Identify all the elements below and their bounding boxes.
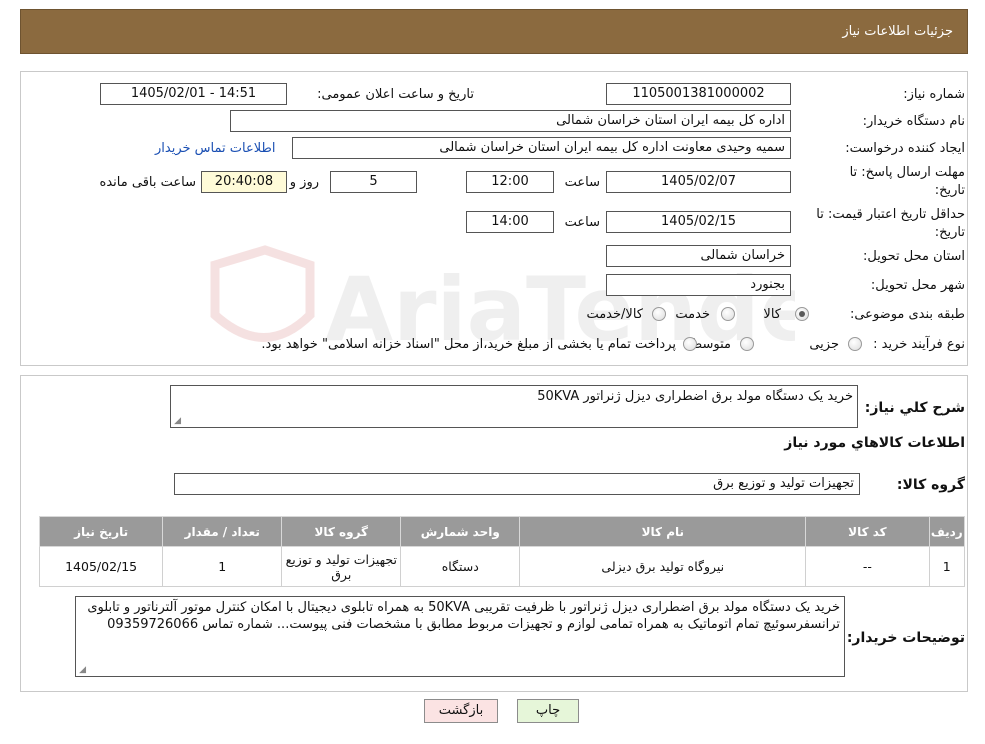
islamic-treasury-checkbox[interactable] [683, 337, 697, 351]
deadline-date-field: 1405/02/07 [606, 171, 791, 193]
delivery-province-label: استان محل تحویل: [863, 249, 965, 264]
summary-label: شرح کلي نياز: [864, 400, 965, 416]
need-number-label: شماره نیاز: [903, 87, 965, 102]
price-validity-time-label: ساعت [564, 215, 600, 230]
category-service-radio[interactable] [721, 307, 735, 321]
remaining-time-field: 20:40:08 [201, 171, 287, 193]
buyer-contact-link[interactable]: اطلاعات تماس خریدار [155, 141, 275, 156]
process-partial-radio[interactable] [848, 337, 862, 351]
col-item-name: نام کالا [519, 516, 807, 547]
delivery-city-label: شهر محل تحویل: [870, 278, 965, 293]
purchase-process-label: نوع فرآیند خرید : [873, 337, 965, 352]
delivery-city-field: بجنورد [606, 274, 791, 296]
category-goods-label: کالا [763, 307, 781, 322]
category-service-label: خدمت [675, 307, 710, 322]
remaining-days-field: 5 [330, 171, 417, 193]
category-goods-service-label: کالا/خدمت [586, 307, 643, 322]
col-quantity: تعداد / مقدار [162, 516, 283, 547]
cell-item-code: -- [805, 546, 930, 587]
deadline-time-label: ساعت [564, 175, 600, 190]
process-medium-radio[interactable] [740, 337, 754, 351]
page-title: جزئیات اطلاعات نیاز [842, 24, 953, 39]
islamic-treasury-note: پرداخت تمام یا بخشی از مبلغ خرید،از محل … [261, 337, 676, 352]
category-goods-service-radio[interactable] [652, 307, 666, 321]
deadline-time-field: 12:00 [466, 171, 554, 193]
col-unit: واحد شمارش [400, 516, 521, 547]
resize-grip-icon[interactable]: ◢ [173, 417, 181, 426]
summary-text: خرید یک دستگاه مولد برق اضطراری دیزل ژنر… [537, 389, 853, 404]
buyer-org-label: نام دستگاه خریدار: [862, 114, 965, 129]
remaining-time-label: ساعت باقی مانده [99, 175, 196, 190]
col-need-date: تاريخ نياز [38, 516, 164, 547]
days-label: روز و [289, 175, 319, 190]
price-validity-date-label: تاریخ: [934, 225, 965, 240]
goods-group-label: گروه کالا: [896, 477, 965, 493]
table-row: 1 -- نیروگاه تولید برق دیزلی دستگاه تجهی… [38, 546, 966, 587]
cell-unit: دستگاه [400, 546, 521, 587]
buyer-org-field: اداره کل بیمه ایران استان خراسان شمالی [230, 110, 791, 132]
back-button[interactable]: بازگشت [424, 699, 498, 723]
buyer-notes-label: توضیحات خریدار: [846, 630, 965, 646]
summary-field: خرید یک دستگاه مولد برق اضطراری دیزل ژنر… [170, 385, 858, 428]
cell-goods-group: تجهیزات تولید و توزیع برق [281, 546, 402, 587]
price-validity-date-field: 1405/02/15 [606, 211, 791, 233]
page-header: جزئیات اطلاعات نیاز [20, 9, 968, 54]
need-number-field: 1105001381000002 [606, 83, 791, 105]
announce-datetime-field: 1405/02/01 - 14:51 [100, 83, 287, 105]
price-validity-label: حداقل تاریخ اعتبار قیمت: تا [816, 207, 965, 222]
cell-need-date: 1405/02/15 [38, 546, 164, 587]
cell-quantity: 1 [162, 546, 283, 587]
col-row-number: رديف [928, 516, 966, 547]
goods-section-title: اطلاعات کالاهاي مورد نياز [784, 435, 965, 451]
goods-table: رديف کد کالا نام کالا واحد شمارش گروه کا… [38, 516, 966, 587]
goods-group-field: تجهیزات تولید و توزیع برق [174, 473, 860, 495]
request-creator-field: سمیه وحیدی معاونت اداره کل بیمه ایران اس… [292, 137, 791, 159]
price-validity-time-field: 14:00 [466, 211, 554, 233]
cell-item-name: نیروگاه تولید برق دیزلی [519, 546, 807, 587]
col-goods-group: گروه کالا [281, 516, 402, 547]
buyer-notes-text: خرید یک دستگاه مولد برق اضطراری دیزل ژنر… [87, 600, 840, 632]
cell-row-number: 1 [928, 546, 966, 587]
resize-grip-icon[interactable]: ◢ [78, 666, 86, 675]
announce-datetime-label: تاریخ و ساعت اعلان عمومی: [317, 87, 474, 102]
buyer-notes-field: خرید یک دستگاه مولد برق اضطراری دیزل ژنر… [75, 596, 845, 677]
category-goods-radio[interactable] [795, 307, 809, 321]
print-button[interactable]: چاپ [517, 699, 579, 723]
col-item-code: کد کالا [805, 516, 930, 547]
goods-table-header: رديف کد کالا نام کالا واحد شمارش گروه کا… [38, 516, 966, 547]
delivery-province-field: خراسان شمالی [606, 245, 791, 267]
request-creator-label: ایجاد کننده درخواست: [845, 141, 965, 156]
category-label: طبقه بندی موضوعی: [849, 307, 965, 322]
process-partial-label: جزیی [809, 337, 839, 352]
deadline-date-label: تاریخ: [934, 183, 965, 198]
deadline-label: مهلت ارسال پاسخ: تا [849, 165, 965, 180]
